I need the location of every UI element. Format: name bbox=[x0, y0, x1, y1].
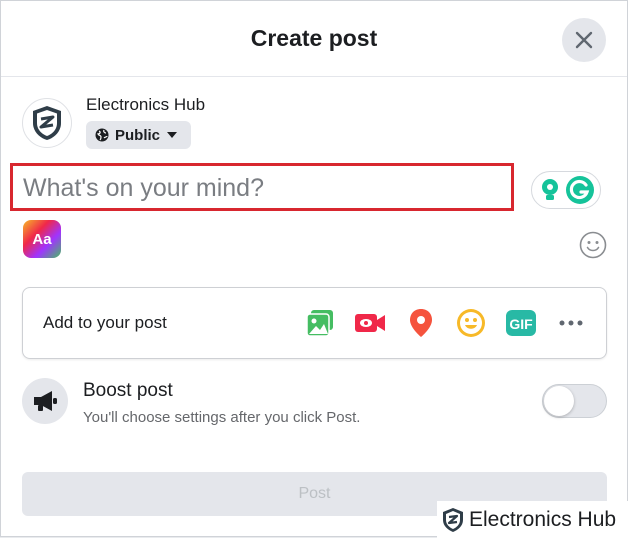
add-to-post-panel: Add to your post GIF bbox=[22, 287, 607, 359]
feeling-icon bbox=[457, 309, 485, 337]
background-style-button[interactable]: Aa bbox=[23, 220, 61, 258]
toggle-knob bbox=[544, 386, 574, 416]
close-button[interactable] bbox=[562, 18, 606, 62]
photo-video-button[interactable] bbox=[303, 306, 337, 340]
watermark-logo-icon bbox=[443, 507, 463, 532]
emoji-button[interactable] bbox=[579, 231, 607, 259]
check-in-button[interactable] bbox=[404, 306, 438, 340]
boost-post-subtitle: You'll choose settings after you click P… bbox=[83, 409, 361, 426]
live-video-button[interactable] bbox=[353, 306, 387, 340]
create-post-dialog: Create post Electronics Hub Public What'… bbox=[0, 0, 628, 538]
watermark: Electronics Hub bbox=[437, 501, 628, 538]
boost-post-toggle[interactable] bbox=[542, 384, 607, 418]
feeling-activity-button[interactable] bbox=[454, 306, 488, 340]
add-to-post-label: Add to your post bbox=[43, 313, 167, 332]
close-icon bbox=[575, 31, 593, 49]
gif-icon: GIF bbox=[506, 310, 536, 336]
location-pin-icon bbox=[410, 309, 432, 337]
dialog-header: Create post bbox=[1, 1, 627, 77]
live-video-icon bbox=[355, 314, 385, 332]
gif-label: GIF bbox=[509, 316, 533, 332]
shield-logo-icon bbox=[33, 106, 61, 140]
background-style-label: Aa bbox=[32, 230, 52, 248]
lightbulb-icon bbox=[541, 179, 558, 200]
privacy-selector[interactable]: Public bbox=[86, 121, 191, 149]
avatar[interactable] bbox=[22, 98, 72, 148]
globe-icon bbox=[95, 128, 109, 142]
post-text-input[interactable] bbox=[23, 171, 503, 205]
composer-highlight-box bbox=[10, 163, 514, 211]
more-options-button[interactable] bbox=[554, 306, 588, 340]
privacy-label: Public bbox=[115, 126, 161, 144]
gif-button[interactable]: GIF bbox=[504, 306, 538, 340]
more-icon bbox=[559, 320, 583, 326]
grammarly-icon bbox=[565, 176, 594, 204]
boost-post-title: Boost post bbox=[83, 380, 173, 401]
grammarly-widget[interactable] bbox=[531, 171, 601, 209]
megaphone-icon bbox=[34, 391, 57, 411]
watermark-text: Electronics Hub bbox=[469, 507, 617, 531]
smiley-icon bbox=[579, 231, 607, 259]
caret-down-icon bbox=[167, 132, 178, 138]
profile-name[interactable]: Electronics Hub bbox=[86, 95, 205, 115]
boost-icon-circle bbox=[22, 378, 68, 424]
dialog-title: Create post bbox=[250, 25, 378, 51]
photo-video-icon bbox=[306, 310, 333, 337]
